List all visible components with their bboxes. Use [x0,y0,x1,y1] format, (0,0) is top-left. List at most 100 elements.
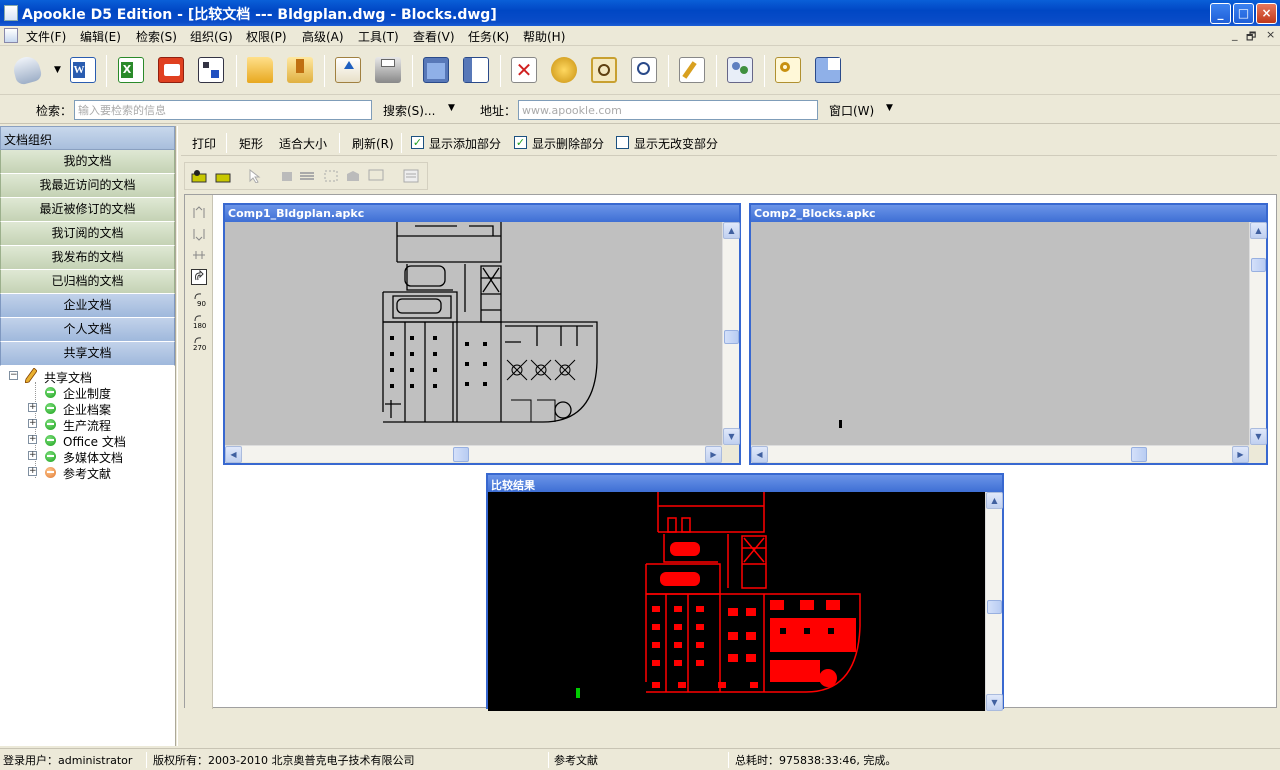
print-button[interactable]: 打印 [192,135,216,152]
menu-view[interactable]: 查看(V) [413,28,455,45]
menu-help[interactable]: 帮助(H) [523,28,565,45]
tree-node[interactable]: 企业制度 [0,384,175,401]
nav-published[interactable]: 我发布的文档 [0,246,175,270]
layout-button[interactable] [811,53,845,87]
zoom-button[interactable] [627,53,661,87]
horizontal-scrollbar[interactable]: ◀ ▶ [225,445,722,463]
layer-on-icon[interactable] [191,169,207,183]
blocks-view[interactable] [751,222,1249,445]
nav-recently-revised[interactable]: 最近被修订的文档 [0,198,175,222]
delete-button[interactable]: ✕ [507,53,541,87]
rotate-180-icon[interactable]: 180 [191,313,207,330]
scroll-up-icon[interactable]: ▲ [1250,222,1267,239]
open-button[interactable] [243,53,277,87]
vertical-scrollbar[interactable]: ▲ ▼ [722,222,740,445]
print-button[interactable] [371,53,405,87]
mirror-v-icon[interactable] [191,226,207,242]
menu-tasks[interactable]: 任务(K) [468,28,509,45]
scroll-right-icon[interactable]: ▶ [1232,446,1249,463]
floor-plan-view[interactable] [225,222,722,445]
mirror-icon[interactable] [191,205,207,221]
expand-icon[interactable]: + [28,419,37,428]
email-button[interactable] [154,53,188,87]
compare-document-right[interactable]: Comp2_Blocks.apkc ▲ ▼ ◀ ▶ [749,203,1268,465]
upload-button[interactable] [331,53,365,87]
scroll-down-icon[interactable]: ▼ [1250,428,1267,445]
scroll-thumb[interactable] [1131,447,1147,462]
scroll-thumb[interactable] [453,447,469,462]
dim-icon[interactable] [323,169,339,183]
excel-button[interactable]: X [114,53,148,87]
window-menu[interactable]: 窗口(W) [829,102,874,119]
key-button[interactable] [771,53,805,87]
rectangle-button[interactable]: 矩形 [239,135,263,152]
rotate-90-icon[interactable]: 90 [191,291,207,308]
scanner-dropdown-icon[interactable]: ▼ [54,65,61,75]
refresh-button[interactable] [547,53,581,87]
tree-node[interactable]: + 参考文献 [0,464,175,481]
compare-result-window[interactable]: 比较结果 ▲ ▼ [486,473,1004,711]
scroll-thumb[interactable] [724,330,739,344]
tree-node[interactable]: + 生产流程 [0,416,175,433]
scroll-thumb[interactable] [987,600,1002,614]
result-view[interactable] [488,492,985,711]
expand-icon[interactable]: + [28,467,37,476]
word-button[interactable]: W [66,53,100,87]
expand-icon[interactable]: + [28,403,37,412]
scroll-down-icon[interactable]: ▼ [723,428,740,445]
vertical-scrollbar[interactable]: ▲ ▼ [985,492,1003,711]
search-input[interactable] [74,100,372,120]
nav-shared-docs[interactable]: 共享文档 [0,342,175,366]
scroll-left-icon[interactable]: ◀ [225,446,242,463]
search-button[interactable]: 搜索(S)... [383,102,435,119]
collapse-icon[interactable]: − [9,371,18,380]
tree-node[interactable]: + 多媒体文档 [0,448,175,465]
nav-my-documents[interactable]: 我的文档 [0,150,175,174]
lines-icon[interactable] [299,169,315,183]
horizontal-scrollbar[interactable]: ◀ ▶ [751,445,1249,463]
minimize-button[interactable]: _ [1210,3,1231,24]
refresh-button[interactable]: 刷新(R) [352,135,394,152]
properties-icon[interactable] [403,169,419,183]
split-window-button[interactable] [459,53,493,87]
close-button[interactable]: × [1256,3,1277,24]
mdi-restore-button[interactable]: 🗗 [1246,28,1256,47]
scanner-button[interactable] [10,53,44,87]
menu-permissions[interactable]: 权限(P) [246,28,287,45]
scroll-thumb[interactable] [1251,258,1266,272]
scroll-down-icon[interactable]: ▼ [986,694,1003,711]
frame-icon[interactable] [368,169,384,183]
address-input[interactable] [518,100,818,120]
mdi-minimize-button[interactable]: _ [1232,28,1238,41]
maximize-button[interactable]: □ [1233,3,1254,24]
scroll-up-icon[interactable]: ▲ [723,222,740,239]
menu-advanced[interactable]: 高级(A) [302,28,344,45]
users-button[interactable] [723,53,757,87]
expand-icon[interactable]: + [28,435,37,444]
menu-file[interactable]: 文件(F) [26,28,66,45]
batch-button[interactable] [194,53,228,87]
scroll-right-icon[interactable]: ▶ [705,446,722,463]
fit-size-button[interactable]: 适合大小 [279,135,327,152]
show-added-checkbox[interactable]: ✓ [411,136,424,149]
layer-icon[interactable] [215,169,231,183]
vertical-scrollbar[interactable]: ▲ ▼ [1249,222,1267,445]
expand-icon[interactable]: + [28,451,37,460]
rotate-0-icon[interactable] [191,269,207,285]
tree-root[interactable]: − 共享文档 [0,367,175,385]
search-dropdown-icon[interactable]: ▼ [448,103,455,113]
nav-subscribed[interactable]: 我订阅的文档 [0,222,175,246]
flip-icon[interactable] [191,247,207,263]
window-dropdown-icon[interactable]: ▼ [886,103,893,113]
preview-button[interactable] [587,53,621,87]
scroll-left-icon[interactable]: ◀ [751,446,768,463]
show-deleted-checkbox[interactable]: ✓ [514,136,527,149]
rotate-270-icon[interactable]: 270 [191,335,207,352]
pointer-icon[interactable] [247,168,263,184]
compare-document-left[interactable]: Comp1_Bldgplan.apkc ▲ ▼ ◀ ▶ [223,203,741,465]
menu-organize[interactable]: 组织(G) [190,28,233,45]
show-unchanged-checkbox[interactable] [616,136,629,149]
nav-archived[interactable]: 已归档的文档 [0,270,175,294]
tree-node[interactable]: + 企业档案 [0,400,175,417]
window-button[interactable] [419,53,453,87]
